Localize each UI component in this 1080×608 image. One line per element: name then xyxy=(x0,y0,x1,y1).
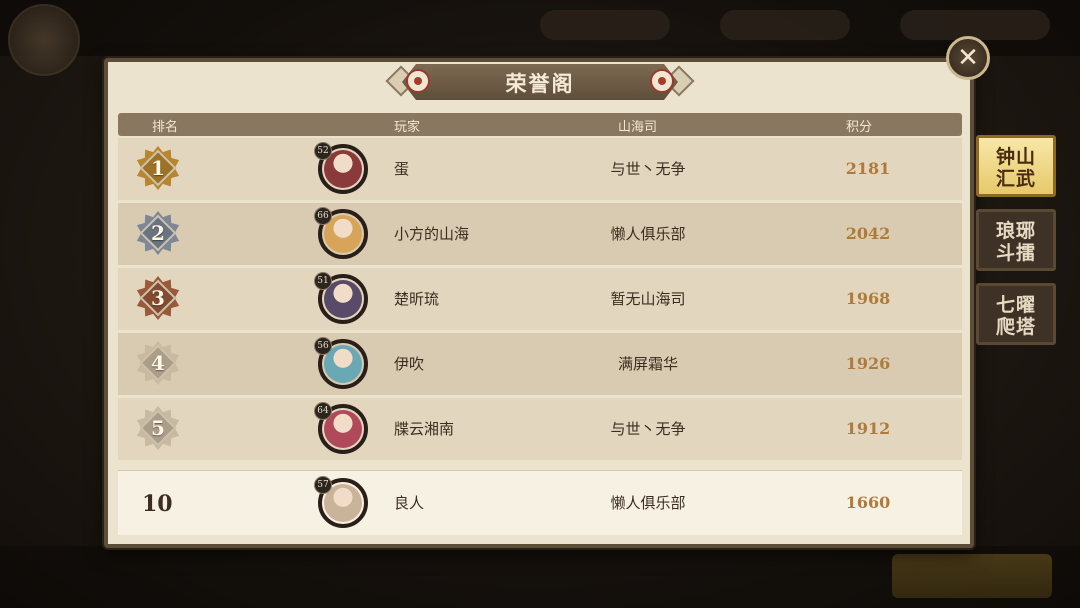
my-player-name: 良人 xyxy=(394,494,425,512)
table-row[interactable]: 4 56 伊吹 满屏霜华 1926 xyxy=(118,333,962,395)
table-row[interactable]: 3 51 楚昕琉 暂无山海司 1968 xyxy=(118,268,962,330)
table-row[interactable]: 5 64 牒云湘南 与世丶无争 1912 xyxy=(118,398,962,460)
background-avatar xyxy=(8,4,80,76)
score: 1926 xyxy=(845,354,891,373)
tab-label: 七曜 爬塔 xyxy=(995,294,1036,338)
score: 2042 xyxy=(845,224,891,243)
player-name: 蛋 xyxy=(394,160,410,178)
player-name: 楚昕琉 xyxy=(394,290,440,308)
background-resource-pill xyxy=(540,10,670,40)
background-resource-pill xyxy=(900,10,1050,40)
my-rank-row: 10 57 良人 懒人俱乐部 1660 xyxy=(118,470,962,535)
title-banner: 荣誉阁 xyxy=(385,62,695,102)
tab-langya-doulei[interactable]: 琅琊 斗擂 xyxy=(976,209,1056,271)
rank-badge-icon: 5 xyxy=(136,406,180,450)
avatar-level-badge: 52 xyxy=(314,142,332,160)
table-header: 排名 玩家 山海司 积分 xyxy=(118,113,962,136)
page-title: 荣誉阁 xyxy=(505,71,575,96)
rank-number: 5 xyxy=(151,416,165,440)
my-score: 1660 xyxy=(845,493,891,512)
table-row[interactable]: 1 52 蛋 与世丶无争 2181 xyxy=(118,138,962,200)
rank-number: 2 xyxy=(151,221,165,245)
rank-badge-icon: 2 xyxy=(136,211,180,255)
header-guild: 山海司 xyxy=(618,120,658,135)
player-avatar[interactable]: 56 xyxy=(314,337,368,389)
player-name: 伊吹 xyxy=(394,355,425,373)
tab-zhongshan-huiwu[interactable]: 钟山 汇武 xyxy=(976,135,1056,197)
background-action-button xyxy=(892,554,1052,598)
my-avatar[interactable]: 57 xyxy=(314,476,368,528)
avatar-level-badge: 51 xyxy=(314,272,332,290)
guild-name: 与世丶无争 xyxy=(610,420,686,438)
player-avatar[interactable]: 51 xyxy=(314,272,368,324)
player-avatar[interactable]: 64 xyxy=(314,402,368,454)
rank-badge-icon: 4 xyxy=(136,341,180,385)
header-player: 玩家 xyxy=(394,120,421,135)
score: 1912 xyxy=(845,419,891,438)
score: 2181 xyxy=(845,159,891,178)
my-rank-number: 10 xyxy=(142,491,173,517)
rank-number: 3 xyxy=(151,286,165,310)
player-name: 小方的山海 xyxy=(394,225,470,243)
tab-label: 钟山 汇武 xyxy=(995,146,1036,190)
guild-name: 与世丶无争 xyxy=(610,160,686,178)
close-button[interactable]: ✕ xyxy=(946,36,990,80)
background-resource-pill xyxy=(720,10,850,40)
avatar-level-badge: 66 xyxy=(314,207,332,225)
avatar-level-badge: 57 xyxy=(314,476,332,494)
rank-number: 4 xyxy=(151,351,165,375)
tab-label: 琅琊 斗擂 xyxy=(995,220,1036,264)
table-row[interactable]: 2 66 小方的山海 懒人俱乐部 2042 xyxy=(118,203,962,265)
score: 1968 xyxy=(845,289,891,308)
rank-badge-icon: 1 xyxy=(136,146,180,190)
rank-number: 1 xyxy=(151,156,165,180)
player-name: 牒云湘南 xyxy=(394,420,455,438)
player-avatar[interactable]: 52 xyxy=(314,142,368,194)
guild-name: 懒人俱乐部 xyxy=(610,225,686,243)
header-score: 积分 xyxy=(846,120,873,135)
player-avatar[interactable]: 66 xyxy=(314,207,368,259)
header-rank: 排名 xyxy=(152,120,179,135)
guild-name: 满屏霜华 xyxy=(617,355,678,373)
avatar-level-badge: 56 xyxy=(314,337,332,355)
guild-name: 暂无山海司 xyxy=(610,290,686,308)
tab-qiyao-tower[interactable]: 七曜 爬塔 xyxy=(976,283,1056,345)
avatar-level-badge: 64 xyxy=(314,402,332,420)
rank-badge-icon: 3 xyxy=(136,276,180,320)
my-guild-name: 懒人俱乐部 xyxy=(610,494,686,512)
